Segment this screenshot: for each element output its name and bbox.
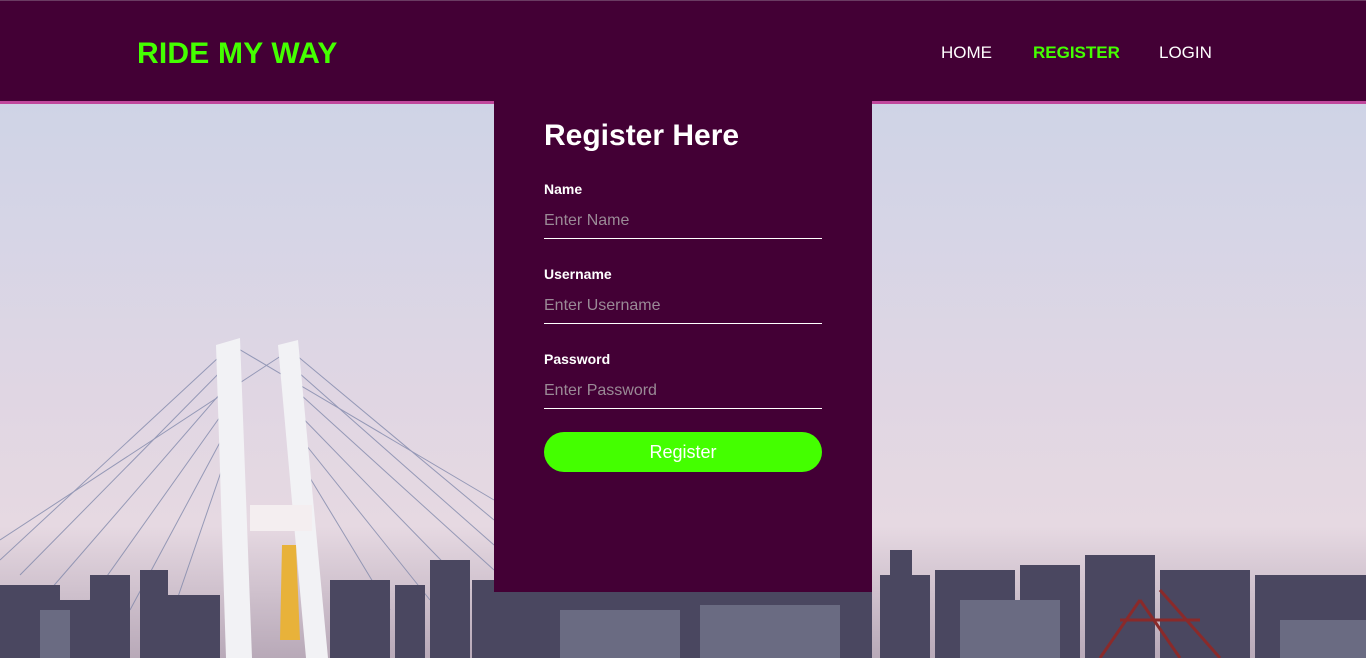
username-input[interactable] xyxy=(544,294,822,324)
password-label: Password xyxy=(544,351,611,367)
username-label: Username xyxy=(544,266,612,282)
password-field-group: Password xyxy=(544,351,822,409)
name-input[interactable] xyxy=(544,209,822,239)
nav-home-link[interactable]: HOME xyxy=(941,43,992,63)
main-nav: HOME REGISTER LOGIN xyxy=(0,43,1366,67)
register-button[interactable]: Register xyxy=(544,432,822,472)
name-field-group: Name xyxy=(544,181,822,239)
nav-register-link[interactable]: REGISTER xyxy=(1033,43,1120,63)
site-header: RIDE MY WAY HOME REGISTER LOGIN xyxy=(0,0,1366,104)
password-input[interactable] xyxy=(544,379,822,409)
username-field-group: Username xyxy=(544,266,822,324)
register-panel: Register Here Name Username Password Reg… xyxy=(494,101,872,592)
nav-login-link[interactable]: LOGIN xyxy=(1159,43,1212,63)
name-label: Name xyxy=(544,181,583,197)
register-heading: Register Here xyxy=(544,119,740,152)
